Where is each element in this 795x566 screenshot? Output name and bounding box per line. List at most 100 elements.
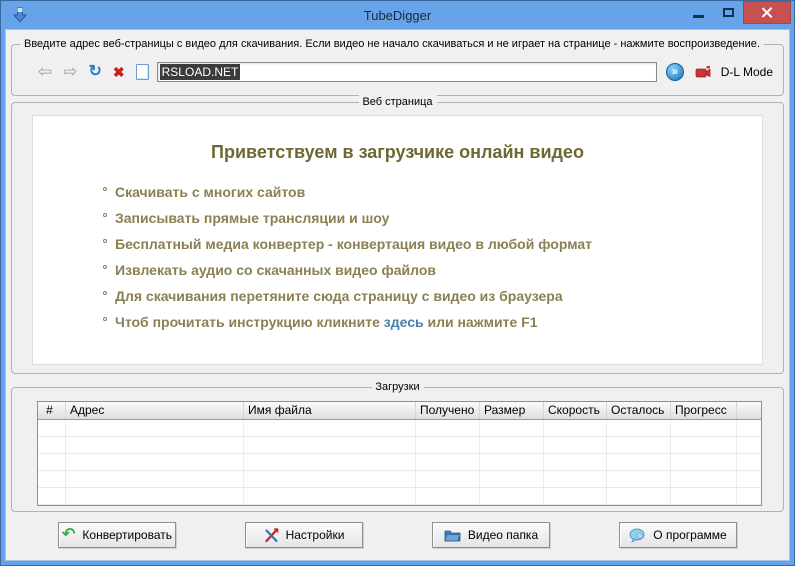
feature-list: Скачивать с многих сайтов Записывать пря… [103, 183, 762, 331]
download-cell [544, 488, 607, 504]
download-cell [607, 420, 671, 436]
url-input[interactable]: RSLOAD.NET [156, 62, 657, 82]
download-cell [607, 488, 671, 504]
go-icon: » [671, 66, 678, 78]
column-header-progress[interactable]: Прогресс [671, 402, 737, 419]
list-item: Для скачивания перетяните сюда страницу … [103, 287, 762, 305]
help-line: Чтоб прочитать инструкцию кликните здесь… [115, 313, 537, 331]
address-group-title: Введите адрес веб-страницы с видео для с… [20, 37, 764, 51]
download-cell [607, 437, 671, 453]
column-header-speed[interactable]: Скорость [544, 402, 607, 419]
list-item: Записывать прямые трансляции и шоу [103, 209, 762, 227]
download-cell [480, 454, 544, 470]
go-button[interactable]: » [665, 63, 684, 81]
window-title: TubeDigger [363, 7, 432, 23]
maximize-button[interactable] [713, 1, 743, 23]
download-cell [480, 488, 544, 504]
download-cell [38, 488, 66, 504]
convert-button[interactable]: ↶ Конвертировать [58, 522, 176, 548]
about-button-label: О программе [653, 528, 727, 542]
window-content: Введите адрес веб-страницы с видео для с… [5, 29, 790, 561]
convert-arrow-icon: ↶ [62, 526, 76, 543]
list-item: Скачивать с многих сайтов [103, 183, 762, 201]
download-cell [416, 420, 480, 436]
download-cell [544, 437, 607, 453]
download-cell [416, 454, 480, 470]
video-folder-button[interactable]: Видео папка [432, 522, 550, 548]
column-header-address[interactable]: Адрес [66, 402, 244, 419]
column-header-filename[interactable]: Имя файла [244, 402, 416, 419]
settings-button[interactable]: Настройки [245, 522, 363, 548]
welcome-heading: Приветствуем в загрузчике онлайн видео [211, 142, 584, 162]
download-cell [66, 471, 244, 487]
download-cell [66, 437, 244, 453]
help-text-before: Чтоб прочитать инструкцию кликните [115, 314, 384, 330]
download-cell [671, 471, 737, 487]
help-text-after: или нажмите F1 [423, 314, 538, 330]
record-camera-icon [695, 66, 711, 78]
download-cell [737, 488, 761, 504]
download-row [38, 437, 761, 454]
column-header-remaining[interactable]: Осталось [607, 402, 671, 419]
stop-button[interactable]: ✖ [113, 62, 125, 82]
download-cell [607, 471, 671, 487]
download-cell [66, 420, 244, 436]
list-item-text: Скачивать с многих сайтов [115, 184, 306, 200]
list-item-text: Для скачивания перетяните сюда страницу … [115, 288, 563, 304]
downloads-table-header: # Адрес Имя файла Получено Размер Скорос… [38, 402, 761, 420]
webpage-group-title: Веб страница [358, 95, 437, 109]
downloads-table: # Адрес Имя файла Получено Размер Скорос… [37, 401, 762, 506]
download-cell [38, 420, 66, 436]
column-header-filler [737, 402, 761, 419]
window-controls [683, 1, 791, 24]
downloads-table-rows [38, 420, 761, 505]
download-cell [416, 488, 480, 504]
download-cell [671, 454, 737, 470]
dl-mode-label: D-L Mode [720, 65, 773, 79]
download-row [38, 454, 761, 471]
download-row [38, 420, 761, 437]
download-cell [737, 420, 761, 436]
column-header-size[interactable]: Размер [480, 402, 544, 419]
tubedigger-window: TubeDigger Введите адрес веб-страницы с … [0, 0, 795, 566]
download-cell [244, 454, 416, 470]
minimize-button[interactable] [683, 1, 713, 23]
webpage-view: Приветствуем в загрузчике онлайн видео С… [32, 115, 763, 365]
download-cell [38, 471, 66, 487]
download-cell [416, 471, 480, 487]
bullet-icon [103, 291, 107, 295]
dl-mode-button[interactable]: D-L Mode [695, 65, 773, 79]
list-item-text: Извлекать аудио со скачанных видео файло… [115, 262, 436, 278]
refresh-button[interactable]: ↻ [89, 62, 102, 82]
new-page-button[interactable] [135, 64, 149, 80]
list-item: Бесплатный медиа конвертер - конвертация… [103, 235, 762, 253]
download-row [38, 488, 761, 505]
download-row [38, 471, 761, 488]
convert-button-label: Конвертировать [82, 528, 172, 542]
bullet-icon [103, 265, 107, 269]
download-cell [544, 454, 607, 470]
browser-toolbar: ⇦ ⇨ ↻ ✖ RSLOAD.NET » D-L Mode [38, 61, 773, 83]
help-here-link[interactable]: здесь [384, 314, 424, 330]
back-button[interactable]: ⇦ [38, 62, 52, 82]
forward-button[interactable]: ⇨ [63, 62, 77, 82]
url-selected-text: RSLOAD.NET [159, 64, 241, 80]
close-button[interactable] [743, 1, 791, 24]
column-header-number[interactable]: # [38, 402, 66, 419]
footer-button-bar: ↶ Конвертировать Настройки Видео папка o… [58, 522, 737, 548]
download-cell [607, 454, 671, 470]
download-cell [416, 437, 480, 453]
list-item-help: Чтоб прочитать инструкцию кликните здесь… [103, 313, 762, 331]
tools-icon [264, 527, 278, 542]
about-button[interactable]: o О программе [619, 522, 737, 548]
download-cell [671, 488, 737, 504]
column-header-received[interactable]: Получено [416, 402, 480, 419]
address-group: Введите адрес веб-страницы с видео для с… [11, 37, 784, 96]
title-bar: TubeDigger [1, 1, 794, 29]
download-cell [480, 420, 544, 436]
video-folder-button-label: Видео папка [467, 528, 539, 542]
about-bubble-icon: o [629, 528, 645, 543]
refresh-icon: ↻ [88, 63, 102, 80]
stop-icon: ✖ [112, 64, 125, 80]
bullet-icon [103, 187, 107, 191]
